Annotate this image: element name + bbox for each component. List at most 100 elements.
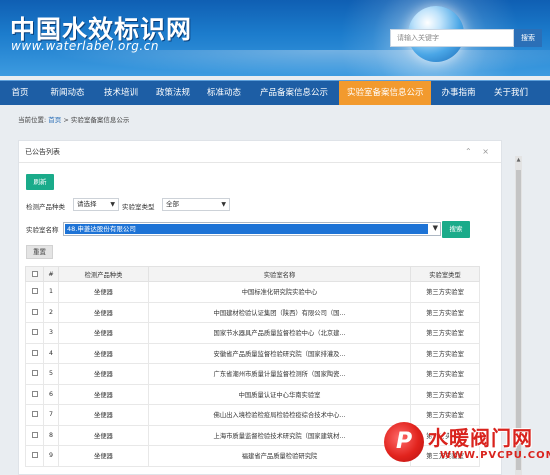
row-product-type: 坐便器: [58, 281, 149, 303]
row-product-type: 坐便器: [58, 424, 149, 446]
row-lab-name: 安徽省产品质量监督检验研究院（国家排灌及...: [148, 342, 411, 364]
table-row[interactable]: 3 坐便器 国家节水器具产品质量监督检验中心（北京建... 第三方实验室: [25, 322, 480, 344]
breadcrumb-home-link[interactable]: 首页: [48, 116, 61, 124]
main-nav: 首页 新闻动态 技术培训 政策法规 标准动态 产品备案信息公示 实验室备案信息公…: [0, 80, 550, 105]
nav-item-news[interactable]: 新闻动态: [40, 81, 95, 105]
row-number: 6: [43, 383, 59, 405]
row-checkbox[interactable]: [31, 349, 38, 356]
nav-item-training[interactable]: 技术培训: [95, 81, 147, 105]
reset-button[interactable]: 重置: [26, 245, 53, 259]
row-checkbox-cell[interactable]: [25, 342, 44, 364]
chevron-down-icon: ▼: [432, 224, 438, 232]
nav-item-standards[interactable]: 标准动态: [199, 81, 249, 105]
watermark-name: 水暖阀门网: [428, 426, 533, 450]
row-checkbox-cell[interactable]: [25, 424, 44, 446]
col-lab-name[interactable]: 实验室名称: [148, 266, 411, 282]
row-lab-name: 福建省产品质量检验研究院: [148, 445, 411, 467]
row-checkbox-cell[interactable]: [25, 363, 44, 385]
table-row[interactable]: 6 坐便器 中国质量认证中心华南实验室 第三方实验室: [25, 383, 480, 405]
refresh-button[interactable]: 刷新: [26, 174, 54, 190]
table-row[interactable]: 1 坐便器 中国标准化研究院实验中心 第三方实验室: [25, 281, 480, 303]
row-number: 2: [43, 301, 59, 323]
row-checkbox[interactable]: [31, 329, 38, 336]
row-lab-type: 第三方实验室: [410, 383, 480, 405]
row-checkbox[interactable]: [31, 411, 38, 418]
lab-name-label: 实验室名称: [26, 226, 59, 234]
row-lab-type: 第三方实验室: [410, 301, 480, 323]
lab-type-value: 全部: [166, 200, 179, 208]
row-lab-type: 第三方实验室: [410, 342, 480, 364]
row-checkbox-cell[interactable]: [25, 281, 44, 303]
row-lab-name: 上海市质量监督检验技术研究院（国家建筑材...: [148, 424, 411, 446]
row-product-type: 坐便器: [58, 363, 149, 385]
row-checkbox-cell[interactable]: [25, 301, 44, 323]
row-lab-name: 国家节水器具产品质量监督检验中心（北京建...: [148, 322, 411, 344]
row-checkbox-cell[interactable]: [25, 383, 44, 405]
product-type-label: 检测产品种类: [26, 203, 65, 211]
row-checkbox[interactable]: [31, 370, 38, 377]
row-lab-type: 第三方实验室: [410, 322, 480, 344]
row-product-type: 坐便器: [58, 301, 149, 323]
row-number: 3: [43, 322, 59, 344]
table-row[interactable]: 5 坐便器 广东省潮州市质量计量监督检测所（国家陶瓷... 第三方实验室: [25, 363, 480, 385]
lab-name-selected-value: 48.申菱达股份有限公司: [65, 224, 428, 234]
nav-item-lab-records[interactable]: 实验室备案信息公示: [339, 81, 431, 105]
table-row[interactable]: 4 坐便器 安徽省产品质量监督检验研究院（国家排灌及... 第三方实验室: [25, 342, 480, 364]
row-checkbox-cell[interactable]: [25, 445, 44, 467]
scroll-up-icon[interactable]: ▲: [515, 156, 522, 164]
panel-title: 已公告列表: [25, 148, 60, 156]
nav-item-home[interactable]: 首页: [0, 81, 40, 105]
table-row[interactable]: 2 坐便器 中国建材检验认证集团（陕西）有限公司（国... 第三方实验室: [25, 301, 480, 323]
site-header: 中国水效标识网 www.waterlabel.org.cn 请输入关键字 搜索: [0, 0, 550, 76]
row-number: 8: [43, 424, 59, 446]
watermark: P 水暖阀门网 WWW.PVCPU.COM: [380, 418, 550, 475]
row-checkbox[interactable]: [31, 452, 38, 459]
product-type-value: 请选择: [77, 200, 97, 208]
nav-item-product-records[interactable]: 产品备案信息公示: [249, 81, 339, 105]
col-number: #: [43, 266, 59, 282]
select-all-cell[interactable]: [25, 266, 44, 282]
panel-header: 已公告列表 ⌃ ×: [19, 141, 501, 163]
row-lab-name: 中国标准化研究院实验中心: [148, 281, 411, 303]
col-lab-type[interactable]: 实验室类型: [410, 266, 480, 282]
lab-name-select[interactable]: 48.申菱达股份有限公司 ▼: [63, 222, 441, 236]
lab-type-label: 实验室类型: [122, 203, 155, 211]
row-checkbox-cell[interactable]: [25, 322, 44, 344]
row-number: 7: [43, 404, 59, 426]
breadcrumb-prefix: 当前位置:: [18, 116, 47, 124]
nav-item-guide[interactable]: 办事指南: [431, 81, 486, 105]
row-checkbox[interactable]: [31, 288, 38, 295]
row-product-type: 坐便器: [58, 404, 149, 426]
watermark-url: WWW.PVCPU.COM: [440, 450, 550, 461]
watermark-logo: P: [384, 422, 424, 462]
breadcrumb: 当前位置: 首页 > 实验室备案信息公示: [18, 114, 129, 124]
row-lab-type: 第三方实验室: [410, 363, 480, 385]
site-url: www.waterlabel.org.cn: [11, 39, 159, 53]
lab-type-select[interactable]: 全部 ▼: [162, 198, 230, 211]
search-input[interactable]: 请输入关键字: [390, 29, 514, 47]
lab-search-button[interactable]: 搜索: [442, 221, 470, 238]
row-number: 9: [43, 445, 59, 467]
row-product-type: 坐便器: [58, 322, 149, 344]
row-lab-name: 佛山出入境检验检疫局检验检疫综合技术中心...: [148, 404, 411, 426]
row-number: 5: [43, 363, 59, 385]
row-checkbox[interactable]: [31, 390, 38, 397]
row-checkbox[interactable]: [31, 431, 38, 438]
table-header-row: # 检测产品种类 实验室名称 实验室类型: [25, 266, 480, 282]
row-checkbox[interactable]: [31, 308, 38, 315]
nav-item-about[interactable]: 关于我们: [486, 81, 534, 105]
row-lab-name: 广东省潮州市质量计量监督检测所（国家陶瓷...: [148, 363, 411, 385]
row-lab-type: 第三方实验室: [410, 281, 480, 303]
row-lab-name: 中国质量认证中心华南实验室: [148, 383, 411, 405]
search-button[interactable]: 搜索: [514, 29, 542, 47]
row-number: 4: [43, 342, 59, 364]
nav-item-policy[interactable]: 政策法规: [147, 81, 199, 105]
col-product-type[interactable]: 检测产品种类: [58, 266, 149, 282]
select-all-checkbox[interactable]: [31, 270, 38, 277]
row-product-type: 坐便器: [58, 445, 149, 467]
row-checkbox-cell[interactable]: [25, 404, 44, 426]
row-lab-name: 中国建材检验认证集团（陕西）有限公司（国...: [148, 301, 411, 323]
panel-tools-icons[interactable]: ⌃ ×: [465, 141, 493, 163]
product-type-select[interactable]: 请选择 ▼: [73, 198, 119, 211]
chevron-down-icon: ▼: [221, 201, 226, 208]
